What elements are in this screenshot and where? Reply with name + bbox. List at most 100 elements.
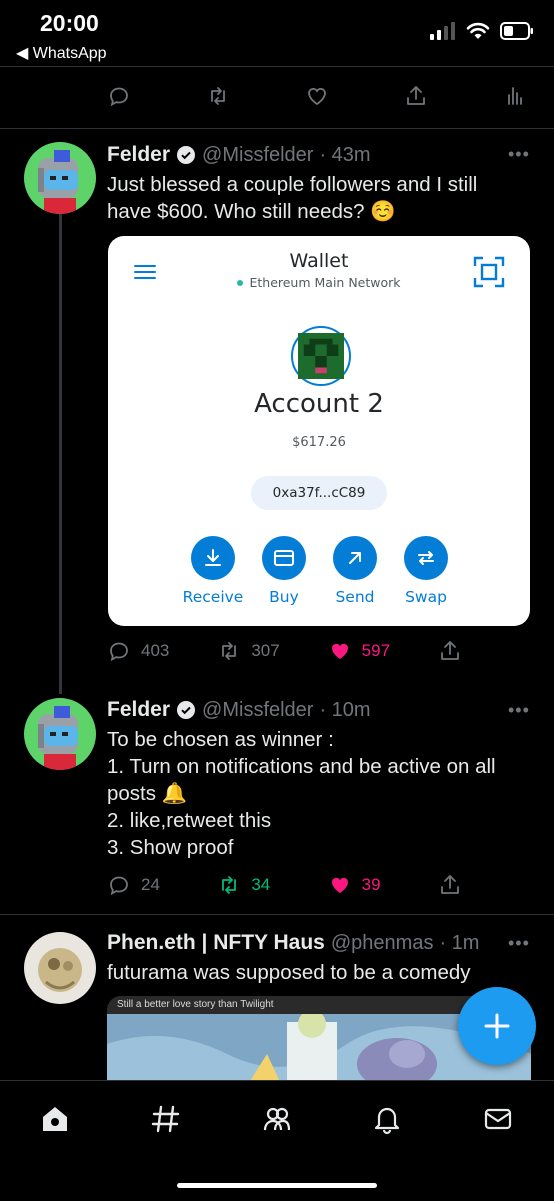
share-button[interactable] <box>438 639 462 663</box>
avatar[interactable] <box>24 698 96 770</box>
divider <box>0 66 554 67</box>
author-name[interactable]: Felder <box>107 143 170 167</box>
share-icon <box>407 86 425 105</box>
buy-button[interactable] <box>262 536 306 580</box>
home-indicator <box>177 1183 377 1188</box>
communities-icon <box>263 1107 291 1131</box>
divider <box>0 914 554 915</box>
knight-avatar-image <box>24 142 96 214</box>
card-icon <box>274 550 294 566</box>
like-button[interactable]: 597 <box>328 639 390 663</box>
author-handle[interactable]: @Missfelder <box>202 144 313 167</box>
account-address[interactable]: 0xa37f...cC89 <box>251 476 387 510</box>
reply-button[interactable] <box>107 84 131 108</box>
back-to-app-link[interactable]: ◀ WhatsApp <box>16 43 107 63</box>
tweet-text: Just blessed a couple followers and I st… <box>107 173 478 223</box>
heart-filled-icon <box>331 877 348 893</box>
tweet-media-wallet[interactable]: Wallet Ethereum Main Network Account 2 $… <box>108 236 530 626</box>
home-icon <box>43 1107 67 1131</box>
hashtag-icon <box>151 1105 180 1133</box>
author-handle[interactable]: @phenmas <box>331 932 434 955</box>
account-name: Account 2 <box>254 389 384 419</box>
like-count: 597 <box>361 641 391 660</box>
swap-button[interactable] <box>404 536 448 580</box>
buy-label: Buy <box>269 588 299 606</box>
receive-label: Receive <box>182 588 244 606</box>
reply-count: 24 <box>141 875 160 894</box>
share-button[interactable] <box>438 873 462 897</box>
retweet-count: 307 <box>251 641 280 660</box>
retweet-active-icon <box>222 876 237 894</box>
network-indicator: Ethereum Main Network <box>108 275 530 290</box>
tweet-time: · 43m <box>319 143 371 166</box>
tweet-time: · 10m <box>319 698 371 721</box>
analytics-button[interactable] <box>503 84 527 108</box>
author-name[interactable]: Felder <box>107 698 170 722</box>
send-button[interactable] <box>333 536 377 580</box>
tweet-text: To be chosen as winner : 1. Turn on noti… <box>107 728 496 859</box>
status-time: 20:00 <box>40 10 99 36</box>
reply-button[interactable]: 24 <box>107 873 160 897</box>
receive-icon <box>205 549 221 566</box>
more-options-icon[interactable]: ••• <box>508 700 530 721</box>
tweet-text: futurama was supposed to be a comedy <box>107 961 471 984</box>
author-name[interactable]: Phen.eth | NFTY Haus <box>107 931 325 955</box>
avatar[interactable] <box>24 142 96 214</box>
retweet-icon <box>211 87 225 105</box>
reply-icon <box>110 642 128 662</box>
swap-label: Swap <box>405 588 447 606</box>
share-icon <box>441 641 459 660</box>
retweet-button[interactable]: 34 <box>217 873 270 897</box>
reply-button[interactable]: 403 <box>107 639 169 663</box>
retweet-button[interactable] <box>206 84 230 108</box>
media-caption: Still a better love story than Twilight <box>117 999 274 1010</box>
bell-icon <box>374 1107 400 1135</box>
nav-messages[interactable] <box>482 1103 514 1135</box>
mail-icon <box>484 1108 512 1130</box>
author-handle[interactable]: @Missfelder <box>202 699 313 722</box>
tweet-actions: 403 307 597 <box>107 639 462 663</box>
compose-tweet-button[interactable] <box>458 987 536 1065</box>
avatar[interactable] <box>24 932 96 1004</box>
nav-explore[interactable] <box>150 1103 182 1135</box>
reply-icon <box>110 876 128 896</box>
plus-icon <box>484 1013 510 1039</box>
network-dot-icon <box>237 279 244 286</box>
previous-tweet-actions <box>107 84 527 108</box>
retweet-button[interactable]: 307 <box>217 639 280 663</box>
account-identicon <box>291 326 351 386</box>
send-label: Send <box>335 588 375 606</box>
divider <box>0 128 554 129</box>
reply-icon <box>110 87 128 107</box>
knight-avatar-image <box>24 698 96 770</box>
wifi-icon <box>466 22 490 39</box>
thread-line <box>59 214 62 694</box>
fiat-balance: $617.26 <box>292 435 346 450</box>
network-name: Ethereum Main Network <box>249 275 401 290</box>
scan-qr-icon <box>473 256 505 288</box>
receive-button[interactable] <box>191 536 235 580</box>
more-options-icon[interactable]: ••• <box>508 144 530 165</box>
send-arrow-icon <box>349 552 361 564</box>
tweet-header: Felder @Missfelder · 10m <box>107 698 371 722</box>
tweet-header: Felder @Missfelder · 43m <box>107 143 371 167</box>
identicon-image <box>298 333 344 379</box>
status-icons <box>430 22 534 40</box>
verified-badge-icon <box>177 701 196 719</box>
heart-filled-icon <box>331 643 348 659</box>
like-button[interactable] <box>305 84 329 108</box>
like-button[interactable]: 39 <box>328 873 381 897</box>
battery-icon <box>500 22 533 40</box>
nav-communities[interactable] <box>261 1103 293 1135</box>
like-count: 39 <box>361 875 381 894</box>
tweet-header: Phen.eth | NFTY Haus @phenmas · 1m <box>107 931 479 955</box>
more-options-icon[interactable]: ••• <box>508 933 530 954</box>
nav-notifications[interactable] <box>371 1103 403 1135</box>
swap-icon <box>418 551 434 565</box>
signal-icon <box>430 22 455 40</box>
nav-home[interactable] <box>39 1103 71 1135</box>
share-icon <box>441 875 459 894</box>
share-button[interactable] <box>404 84 428 108</box>
wallet-title: Wallet <box>289 250 349 272</box>
retweet-icon <box>222 642 237 660</box>
